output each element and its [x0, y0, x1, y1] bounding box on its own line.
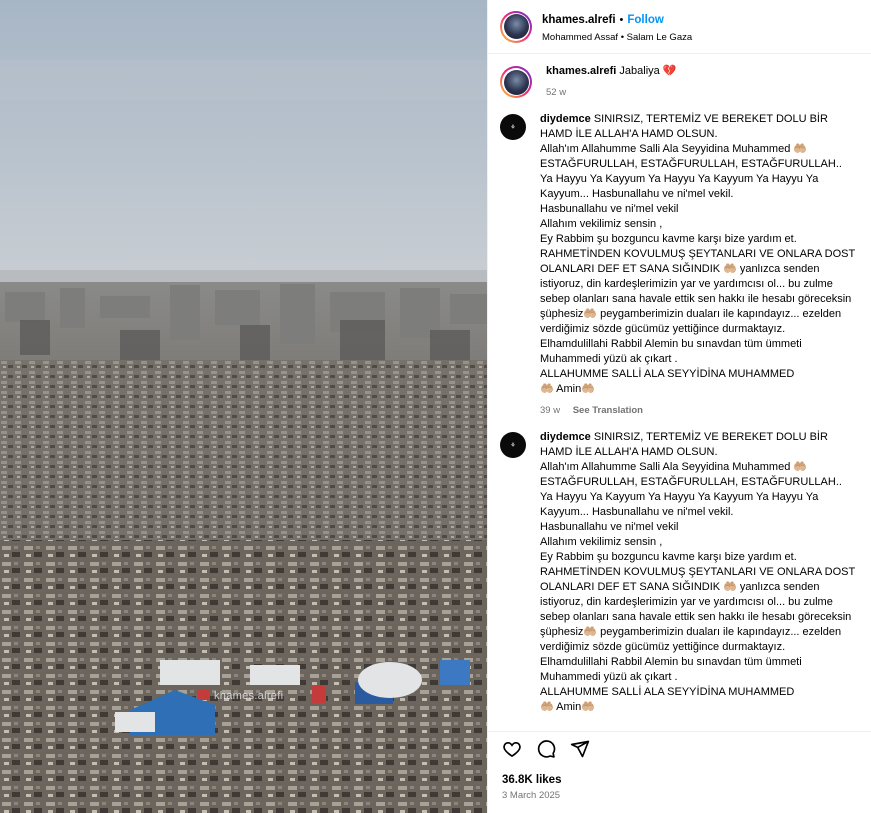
- comment-icon[interactable]: [536, 739, 556, 764]
- likes-count[interactable]: 36.8K likes: [502, 774, 857, 786]
- author-username[interactable]: khames.alrefi: [542, 14, 616, 26]
- post-header: khames.alrefi • Follow Mohammed Assaf • Sa…: [488, 0, 871, 54]
- author-avatar[interactable]: [500, 10, 532, 43]
- follow-button[interactable]: Follow: [627, 14, 663, 26]
- comment-row: ⚘ diydemce SINIRSIZ, TERTEMİZ VE BEREKET…: [500, 112, 859, 418]
- commenter-username[interactable]: diydemce: [540, 113, 591, 125]
- comment-line: Hasbunallahu ve ni'mel vekil: [540, 521, 679, 533]
- caption-row: khames.alrefi Jabaliya 💔 52 w: [500, 64, 859, 100]
- comment-line: Elhamdulillahi Rabbil Alemin bu sınavdan…: [540, 656, 802, 683]
- caption-text: Jabaliya 💔: [619, 65, 677, 77]
- comment-line: ALLAHUMME SALLİ ALA SEYYİDİNA MUHAMMED: [540, 686, 795, 698]
- share-icon[interactable]: [570, 739, 590, 764]
- comments-section[interactable]: khames.alrefi Jabaliya 💔 52 w ⚘ diydemce…: [488, 54, 871, 731]
- comment-line: Allah'ım Allahumme Salli Ala Seyyidina M…: [540, 461, 842, 488]
- post-footer: 36.8K likes 3 March 2025: [488, 731, 871, 813]
- comment-line: 🤲🏼 Amin🤲🏼: [540, 701, 595, 713]
- audio-title: Salam Le Gaza: [626, 31, 693, 43]
- post-date: 3 March 2025: [502, 790, 561, 801]
- post-viewer: khames.alrefi khames.alrefi • Follow Moham…: [0, 0, 871, 813]
- comment-line: Ey Rabbim şu bozguncu kavme karşı bize y…: [540, 551, 797, 563]
- comment-line: Ey Rabbim şu bozguncu kavme karşı bize y…: [540, 233, 797, 245]
- audio-artist: Mohammed Assaf: [542, 31, 619, 43]
- heart-icon[interactable]: [502, 739, 522, 764]
- caption-username[interactable]: khames.alrefi: [546, 65, 616, 77]
- comment-time[interactable]: 39 w: [540, 405, 560, 416]
- caption-avatar[interactable]: [500, 66, 532, 98]
- caption-time[interactable]: 52 w: [546, 87, 566, 98]
- comment-line: Hasbunallahu ve ni'mel vekil: [540, 203, 679, 215]
- image-watermark: khames.alrefi: [214, 690, 284, 702]
- comment-line: Ya Hayyu Ya Kayyum Ya Hayyu Ya Kayyum Ya…: [540, 173, 819, 200]
- action-bar: [502, 739, 857, 764]
- comment-line: Allah'ım Allahumme Salli Ala Seyyidina M…: [540, 143, 842, 170]
- post-image[interactable]: khames.alrefi: [0, 0, 487, 813]
- comment-line: Allahım vekilimiz sensin ,: [540, 536, 663, 548]
- separator-dot: •: [619, 13, 624, 26]
- comment-line: RAHMETİNDEN KOVULMUŞ ŞEYTANLARI VE ONLAR…: [540, 248, 855, 335]
- audio-info[interactable]: Mohammed Assaf • Salam Le Gaza: [542, 32, 692, 44]
- comment-line: Allahım vekilimiz sensin ,: [540, 218, 663, 230]
- comment-line: RAHMETİNDEN KOVULMUŞ ŞEYTANLARI VE ONLAR…: [540, 566, 855, 653]
- commenter-username[interactable]: diydemce: [540, 431, 591, 443]
- comment-line: Elhamdulillahi Rabbil Alemin bu sınavdan…: [540, 338, 802, 365]
- post-sidebar: khames.alrefi • Follow Mohammed Assaf • Sa…: [487, 0, 871, 813]
- commenter-avatar[interactable]: ⚘: [500, 114, 526, 140]
- comment-line: ALLAHUMME SALLİ ALA SEYYİDİNA MUHAMMED: [540, 368, 795, 380]
- commenter-avatar[interactable]: ⚘: [500, 432, 526, 458]
- comment-line: Ya Hayyu Ya Kayyum Ya Hayyu Ya Kayyum Ya…: [540, 491, 819, 518]
- comment-row: ⚘ diydemce SINIRSIZ, TERTEMİZ VE BEREKET…: [500, 430, 859, 715]
- comment-line: 🤲🏼 Amin🤲🏼: [540, 383, 595, 395]
- see-translation-button[interactable]: See Translation: [573, 405, 643, 416]
